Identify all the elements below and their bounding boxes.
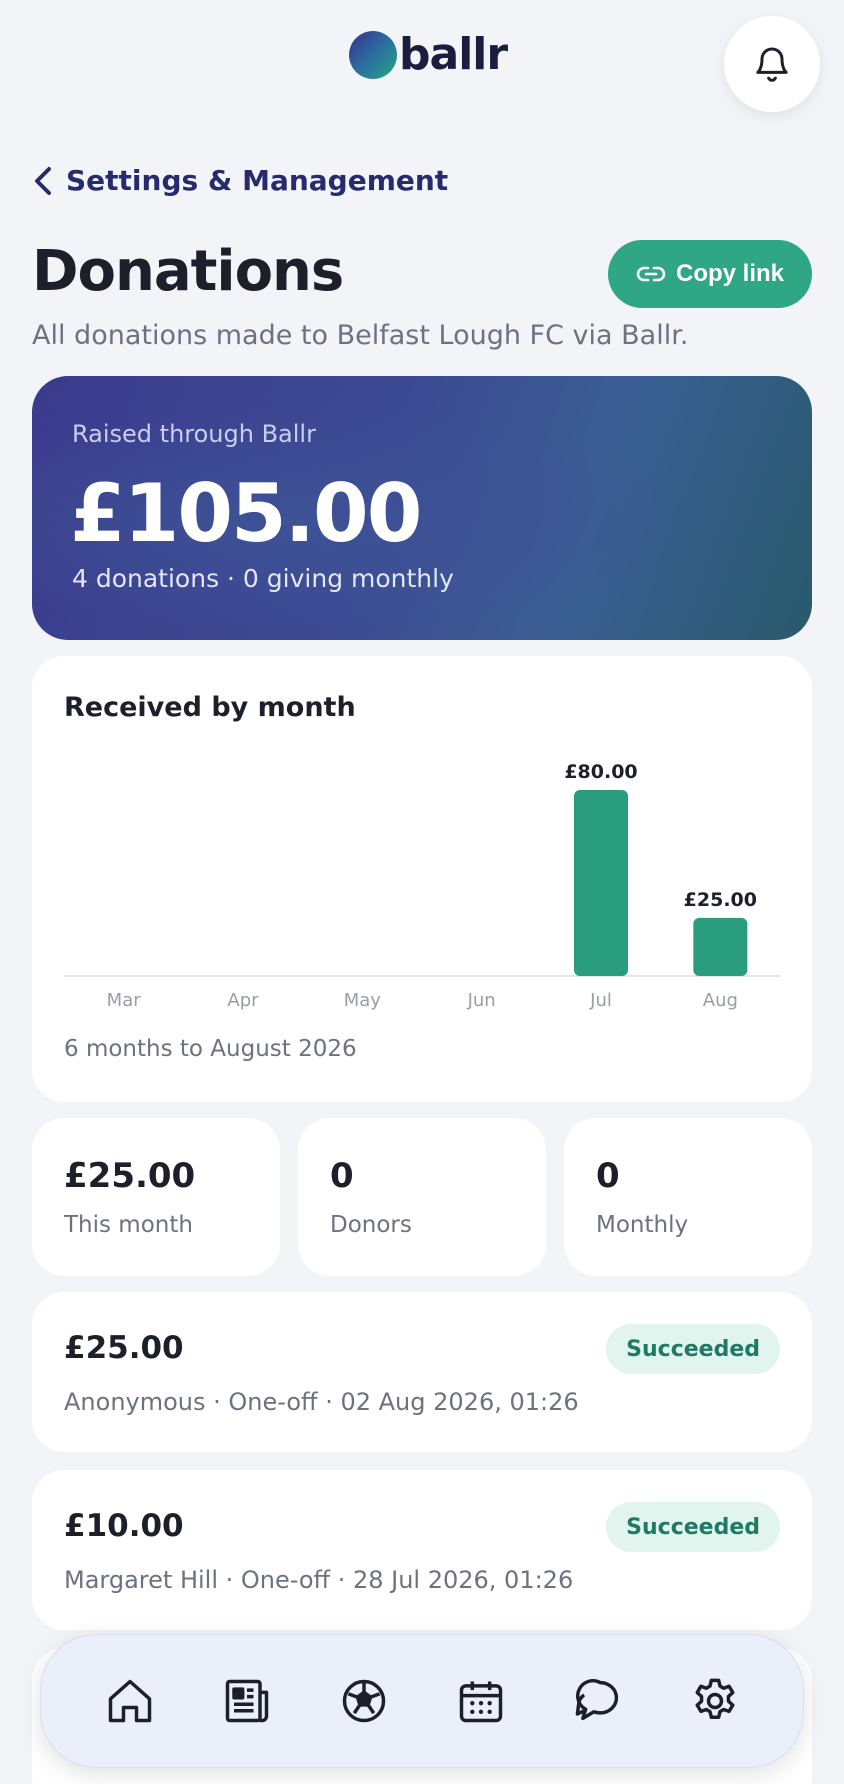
stat-value: £25.00	[64, 1156, 196, 1196]
chart-data-label-jul: £80.00	[564, 761, 637, 783]
calendar-icon	[459, 1681, 502, 1723]
ballr-logo[interactable]: ballr	[349, 29, 508, 80]
chart-footnote: 6 months to August 2026	[64, 1036, 357, 1062]
raised-summary: 4 donations · 0 giving monthly	[72, 564, 454, 593]
chart-tick-label-aug: Aug	[703, 990, 738, 1011]
notifications-button[interactable]	[724, 16, 820, 112]
stat-value: 0	[330, 1156, 354, 1196]
football-icon	[342, 1679, 385, 1723]
chart-bar-aug	[693, 917, 748, 976]
donation-amount: £25.00	[64, 1330, 184, 1366]
chart-data-label-aug: £25.00	[684, 889, 757, 911]
donation-list-item[interactable]: £25.00 Anonymous · One-off · 02 Aug 2026…	[32, 1292, 812, 1452]
chat-icon	[575, 1679, 618, 1721]
nav-news[interactable]	[211, 1665, 283, 1737]
bell-icon	[756, 47, 788, 82]
copy-link-label: Copy link	[675, 260, 784, 287]
raised-label: Raised through Ballr	[72, 420, 316, 448]
logo-text: ballr	[399, 29, 508, 80]
chart-bar-jul	[574, 790, 628, 976]
nav-home[interactable]	[94, 1665, 166, 1737]
stat-label: Donors	[330, 1212, 412, 1238]
raised-amount: £105.00	[70, 467, 422, 560]
bottom-navigation	[40, 1634, 804, 1768]
donation-meta: Margaret Hill · One-off · 28 Jul 2026, 0…	[64, 1566, 574, 1594]
link-icon	[636, 266, 666, 282]
page-title: Donations	[32, 239, 344, 304]
stat-card-this-month: £25.00 This month	[32, 1118, 280, 1276]
stat-value: 0	[596, 1156, 620, 1196]
chart-tick-label-may: May	[344, 990, 382, 1011]
home-icon	[108, 1679, 151, 1723]
chart-tick-label-jun: Jun	[467, 990, 496, 1011]
back-to-settings-link[interactable]: Settings & Management	[32, 164, 448, 197]
nav-settings[interactable]	[679, 1665, 751, 1737]
donations-screen: ballr Settings & Management Donations Co…	[0, 0, 844, 1784]
back-link-label: Settings & Management	[66, 164, 449, 197]
settings-icon	[695, 1678, 734, 1719]
raised-summary-card: Raised through Ballr £105.00 4 donations…	[32, 376, 812, 640]
page-subtitle: All donations made to Belfast Lough FC v…	[32, 320, 689, 351]
donation-amount: £10.00	[64, 1508, 184, 1544]
nav-calendar[interactable]	[445, 1665, 517, 1737]
stat-label: Monthly	[596, 1212, 689, 1238]
donation-list-item[interactable]: £10.00 Margaret Hill · One-off · 28 Jul …	[32, 1470, 812, 1630]
nav-matches[interactable]	[328, 1665, 400, 1737]
stat-card-donors: 0 Donors	[298, 1118, 546, 1276]
status-badge: Succeeded	[606, 1502, 780, 1552]
news-icon	[225, 1679, 268, 1723]
monthly-chart-card: Received by month Mar Apr May Jun £80.00 Jul £…	[32, 656, 812, 1102]
stat-card-monthly: 0 Monthly	[564, 1118, 812, 1276]
donation-meta: Anonymous · One-off · 02 Aug 2026, 01:26	[64, 1388, 579, 1416]
chart-tick-label-jul: Jul	[589, 990, 612, 1011]
app-header: ballr	[0, 0, 844, 120]
status-badge: Succeeded	[606, 1324, 780, 1374]
chevron-left-icon	[35, 166, 51, 195]
nav-chat[interactable]	[562, 1665, 634, 1737]
chart-tick-label-apr: Apr	[227, 990, 259, 1011]
stat-label: This month	[64, 1212, 193, 1238]
chart-tick-label-mar: Mar	[107, 990, 142, 1011]
copy-link-button[interactable]: Copy link	[608, 240, 812, 308]
ballr-logo-mark	[349, 31, 397, 79]
